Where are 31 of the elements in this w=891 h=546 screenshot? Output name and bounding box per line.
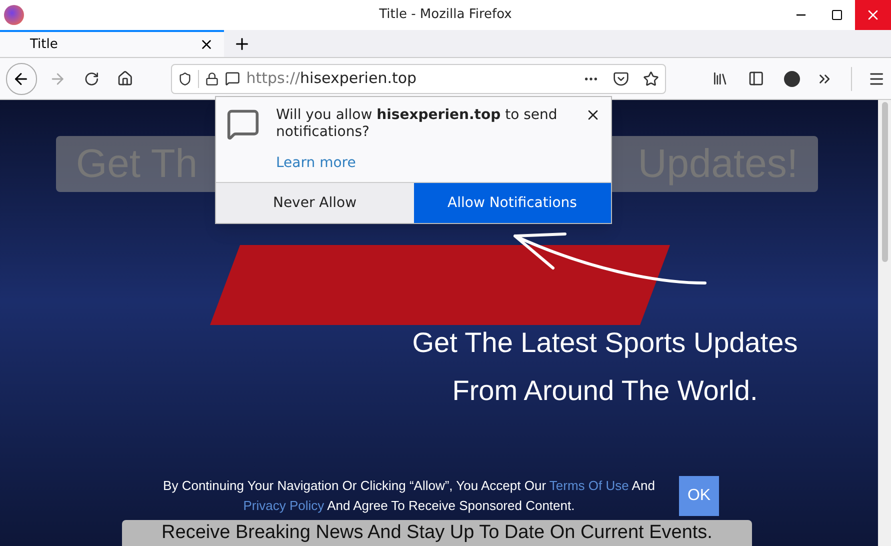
library-icon[interactable] [712, 70, 728, 87]
ok-button[interactable]: OK [679, 476, 719, 516]
address-field[interactable]: https://hisexperien.top [171, 64, 666, 94]
tab-close-icon[interactable] [199, 37, 214, 52]
speech-bubble-icon [226, 107, 260, 141]
never-allow-button[interactable]: Never Allow [216, 183, 414, 223]
pocket-icon[interactable] [613, 70, 630, 86]
sidebar-icon[interactable] [748, 70, 764, 87]
tagline-text: Get The Latest Sports Updates [412, 326, 798, 360]
url-text: https://hisexperien.top [246, 68, 417, 90]
lock-icon [205, 72, 220, 86]
star-icon[interactable] [643, 70, 660, 86]
back-button[interactable] [6, 62, 37, 94]
consent-link[interactable]: Privacy Policy [243, 498, 324, 513]
window-title: Title - Mozilla Firefox [379, 6, 512, 24]
reload-icon[interactable] [84, 70, 100, 86]
scrollbar[interactable] [878, 100, 891, 546]
tab-title: Title [30, 36, 59, 54]
speech-bubble-icon [225, 71, 240, 86]
consent-text: By Continuing Your Navigation Or Clicking “Allow”, You Accept Our Terms Of Use And Privacy Policy And Agree To Receive Sponsored Content. [162, 477, 656, 515]
notification-message: Will you allow hisexperien.top to send notifications? [276, 107, 558, 141]
home-icon[interactable] [117, 70, 134, 87]
shield-icon [178, 72, 192, 86]
maximize-icon [831, 9, 843, 21]
learn-more-link[interactable]: Learn more [276, 153, 569, 174]
tagline-text: From Around The World. [452, 374, 758, 408]
browser-tab[interactable]: Title [0, 30, 224, 57]
allow-button[interactable]: Allow Notifications [414, 183, 611, 223]
close-button[interactable] [855, 0, 891, 30]
footer-banner-text: Receive Breaking News And Stay Up To Date On Current Events. [162, 520, 712, 545]
consent-link[interactable]: Terms Of Use [549, 478, 629, 493]
